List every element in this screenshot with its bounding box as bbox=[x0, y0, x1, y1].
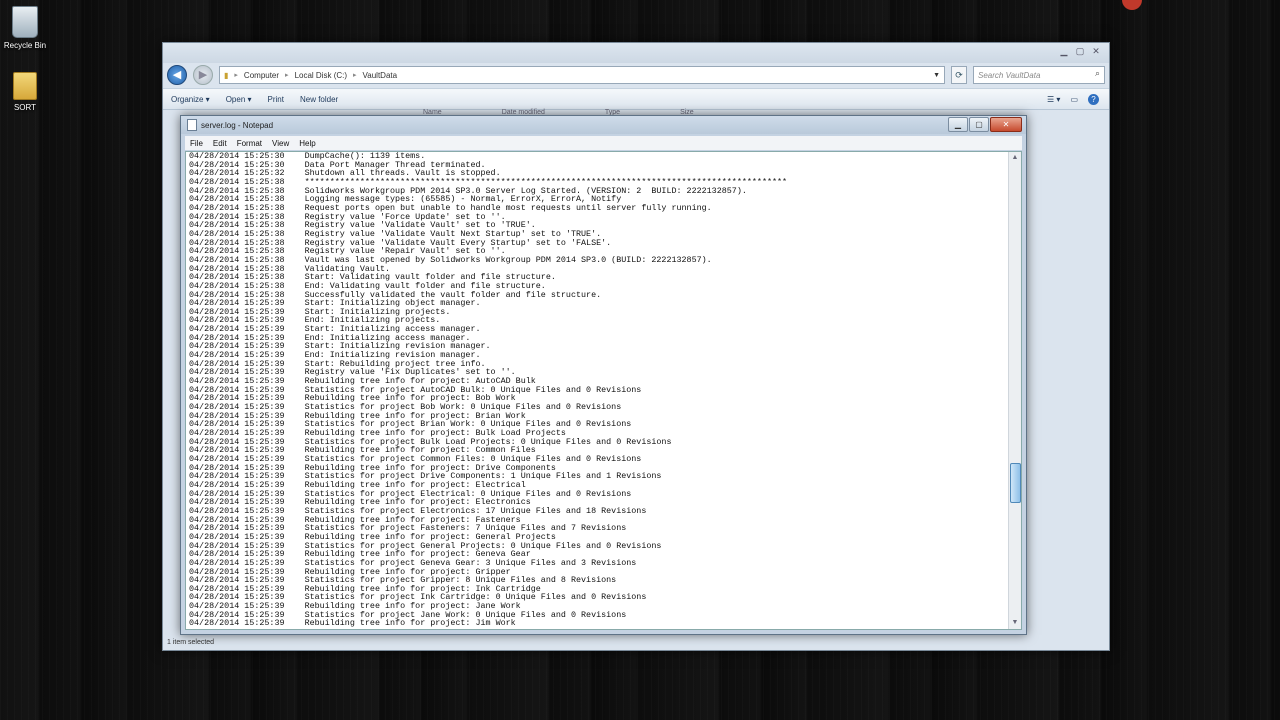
notepad-titlebar[interactable]: server.log - Notepad ▁ ▢ ✕ bbox=[181, 116, 1026, 134]
maximize-button[interactable]: ▢ bbox=[969, 117, 989, 132]
print-button[interactable]: Print bbox=[260, 95, 292, 104]
status-bar: 1 item selected bbox=[167, 639, 215, 646]
record-indicator-icon bbox=[1122, 0, 1142, 10]
sort-folder-desktop-icon[interactable]: SORT bbox=[0, 72, 55, 112]
scroll-down-icon[interactable]: ▼ bbox=[1009, 617, 1021, 629]
vertical-scrollbar[interactable]: ▲ ▼ bbox=[1008, 152, 1021, 629]
folder-icon: ▮ bbox=[224, 70, 229, 80]
log-line: 04/28/2014 15:25:39 Rebuilding tree info… bbox=[189, 618, 516, 629]
new-folder-button[interactable]: New folder bbox=[292, 95, 346, 104]
explorer-titlebar[interactable]: ▁ ▢ ✕ bbox=[163, 43, 1109, 63]
menu-edit[interactable]: Edit bbox=[208, 139, 232, 148]
text-editor[interactable]: 04/28/2014 15:25:30 DumpCache(): 1139 it… bbox=[185, 151, 1022, 630]
recycle-bin-icon bbox=[12, 6, 38, 38]
maximize-icon[interactable]: ▢ bbox=[1073, 45, 1087, 57]
search-placeholder: Search VaultData bbox=[978, 70, 1041, 80]
refresh-button[interactable]: ⟳ bbox=[951, 66, 967, 84]
scroll-thumb[interactable] bbox=[1010, 462, 1021, 503]
window-title: server.log - Notepad bbox=[201, 120, 274, 130]
minimize-icon[interactable]: ▁ bbox=[1057, 45, 1071, 57]
desktop-icon-label: SORT bbox=[13, 103, 37, 112]
menu-help[interactable]: Help bbox=[294, 139, 320, 148]
scroll-up-icon[interactable]: ▲ bbox=[1009, 152, 1021, 164]
search-input[interactable]: Search VaultData ⌕ bbox=[973, 66, 1105, 84]
back-button[interactable]: ◀ bbox=[167, 65, 187, 85]
forward-button[interactable]: ▶ bbox=[193, 65, 213, 85]
preview-pane-icon[interactable]: ▭ bbox=[1070, 95, 1078, 104]
chevron-down-icon[interactable]: ▼ bbox=[933, 72, 944, 79]
notepad-window: server.log - Notepad ▁ ▢ ✕ File Edit For… bbox=[180, 115, 1027, 635]
log-text: 04/28/2014 15:25:30 DumpCache(): 1139 it… bbox=[189, 152, 787, 628]
help-icon[interactable]: ? bbox=[1088, 93, 1099, 105]
search-icon: ⌕ bbox=[1094, 68, 1100, 78]
menu-file[interactable]: File bbox=[185, 139, 208, 148]
address-bar[interactable]: ▮ ▸ Computer ▸ Local Disk (C:) ▸ VaultDa… bbox=[219, 66, 945, 84]
notepad-icon bbox=[187, 119, 197, 131]
desktop-icon-label: Recycle Bin bbox=[3, 41, 47, 50]
view-options-icon[interactable]: ☰ ▾ bbox=[1047, 95, 1060, 104]
folder-icon bbox=[13, 72, 37, 100]
open-button[interactable]: Open ▾ bbox=[218, 95, 260, 104]
breadcrumb-computer[interactable]: Computer bbox=[244, 71, 279, 80]
minimize-button[interactable]: ▁ bbox=[948, 117, 968, 132]
close-button[interactable]: ✕ bbox=[990, 117, 1022, 132]
menu-bar: File Edit Format View Help bbox=[185, 136, 1022, 150]
close-icon[interactable]: ✕ bbox=[1089, 45, 1103, 57]
breadcrumb-local-disk[interactable]: Local Disk (C:) bbox=[295, 71, 347, 80]
open-label: Open bbox=[225, 94, 246, 104]
menu-view[interactable]: View bbox=[267, 139, 294, 148]
recycle-bin-desktop-icon[interactable]: Recycle Bin bbox=[0, 6, 55, 50]
menu-format[interactable]: Format bbox=[232, 139, 267, 148]
command-bar: Organize ▾ Open ▾ Print New folder ☰ ▾ ▭… bbox=[163, 88, 1109, 110]
breadcrumb-vaultdata[interactable]: VaultData bbox=[363, 71, 398, 80]
organize-button[interactable]: Organize ▾ bbox=[163, 95, 218, 104]
